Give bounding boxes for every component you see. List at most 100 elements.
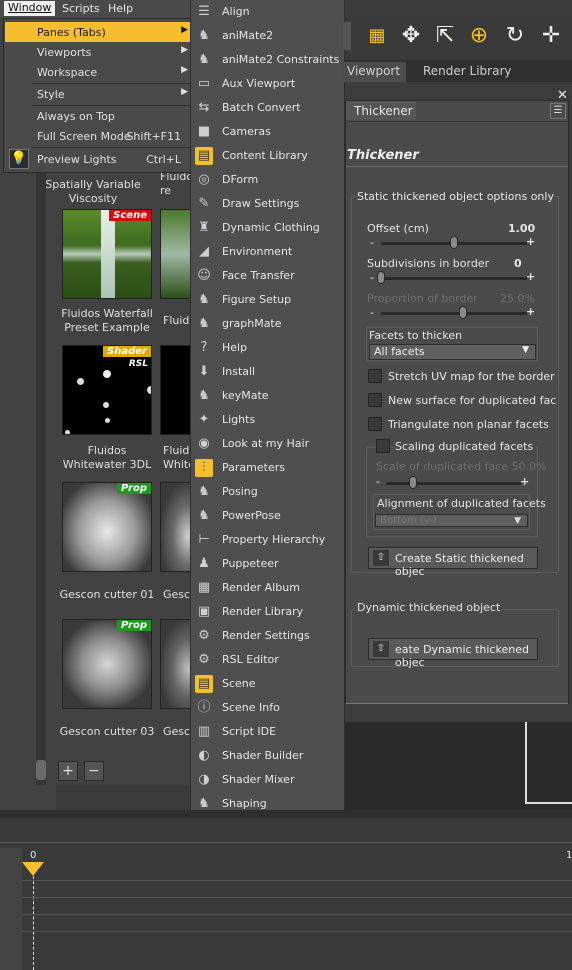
dynamic-group-label: Dynamic thickened object xyxy=(355,601,503,614)
face-icon: ☺ xyxy=(197,268,211,283)
panes-item-dform[interactable]: ◎ DForm xyxy=(191,168,344,192)
panes-item-figure[interactable]: ♞ Figure Setup xyxy=(191,288,344,312)
panes-item-clothing[interactable]: ♜ Dynamic Clothing xyxy=(191,216,344,240)
new-surface-checkbox[interactable] xyxy=(368,393,382,407)
create-dynamic-button[interactable]: ⇧ eate Dynamic thickened objec xyxy=(368,638,538,669)
grid-tool-icon[interactable]: ▦ xyxy=(363,22,391,50)
panes-item-render-settings[interactable]: ⚙ Render Settings xyxy=(191,624,344,648)
figure-icon: ♞ xyxy=(198,292,210,307)
triangulate-label: Triangulate non planar facets xyxy=(388,418,549,431)
new-surface-label: New surface for duplicated fac xyxy=(388,394,557,407)
panes-item-environment[interactable]: ◢ Environment xyxy=(191,240,344,264)
panes-item-info[interactable]: ⓘ Scene Info xyxy=(191,696,344,720)
panes-item-aux[interactable]: ▭ Aux Viewport xyxy=(191,72,344,96)
library-item-caption: Spatially Variable Viscosity xyxy=(45,178,141,205)
panes-item-posing[interactable]: ♞ Posing xyxy=(191,480,344,504)
proportion-slider-track[interactable] xyxy=(381,312,527,315)
panes-item-light[interactable]: ✦ Lights xyxy=(191,408,344,432)
scaling-checkbox[interactable] xyxy=(376,439,390,453)
library-item-thumbnail[interactable] xyxy=(160,482,192,572)
rotate-icon[interactable]: ↻ xyxy=(501,22,529,50)
proportion-slider-knob[interactable] xyxy=(458,306,467,319)
toolbar: ▦ ✥ ⇱ ⊕ ↻ ✛ xyxy=(343,18,572,60)
scene-icon: ▤ xyxy=(195,675,213,693)
panes-item-album[interactable]: ▦ Render Album xyxy=(191,576,344,600)
panes-item-install[interactable]: ⬇ Install xyxy=(191,360,344,384)
stretch-uv-checkbox[interactable] xyxy=(368,369,382,383)
pane-options-icon[interactable]: ☰ xyxy=(550,103,566,119)
subdivisions-label: Subdivisions in border xyxy=(367,257,490,270)
panes-item-help[interactable]: ? Help xyxy=(191,336,344,360)
library-item-thumbnail[interactable]: Prop xyxy=(62,619,152,709)
menu-item-full-screen[interactable]: Full Screen Mode Shift+F11 xyxy=(5,126,191,146)
menu-item-panes[interactable]: Panes (Tabs) ▶ xyxy=(5,22,191,42)
library-item-thumbnail[interactable]: Scene xyxy=(62,209,152,299)
panes-item-hierarchy[interactable]: ⊢ Property Hierarchy xyxy=(191,528,344,552)
panes-item-graph[interactable]: ♞ graphMate xyxy=(191,312,344,336)
menu-item-viewports[interactable]: Viewports ▶ xyxy=(5,42,191,62)
panes-item-render-library[interactable]: ▣ Render Library xyxy=(191,600,344,624)
library-item-thumbnail[interactable]: Prop xyxy=(62,482,152,572)
panes-item-powerpose[interactable]: ♞ PowerPose xyxy=(191,504,344,528)
library-item-thumbnail[interactable]: Shader RSL xyxy=(62,345,152,435)
add-button[interactable]: + xyxy=(58,761,78,781)
library-item-thumbnail[interactable] xyxy=(160,345,192,435)
panes-item-scene[interactable]: ▤ Scene xyxy=(191,672,344,696)
shader-badge: Shader xyxy=(103,346,151,357)
menu-item-preview-lights[interactable]: 💡 Preview Lights Ctrl+L xyxy=(5,149,191,169)
facets-label: Facets to thicken xyxy=(369,329,463,342)
menu-window[interactable]: Window xyxy=(4,1,56,16)
facets-dropdown[interactable]: All facets ▼ xyxy=(369,344,536,360)
menu-help[interactable]: Help xyxy=(108,2,133,15)
panes-item-camera[interactable]: ■ Cameras xyxy=(191,120,344,144)
proportion-label: Proportion of border xyxy=(367,292,478,305)
alignment-dropdown[interactable]: Bottom (v-) ▼ xyxy=(375,514,528,527)
render-library-icon: ▣ xyxy=(197,604,211,619)
triangulate-checkbox[interactable] xyxy=(368,417,382,431)
constraints-icon: ♞ xyxy=(198,52,210,67)
scale-slider-knob[interactable] xyxy=(409,476,417,489)
panes-item-shader-builder[interactable]: ◐ Shader Builder xyxy=(191,744,344,768)
panes-item-script[interactable]: ▥ Script IDE xyxy=(191,720,344,744)
library-item-thumbnail[interactable] xyxy=(160,209,192,299)
panes-item-shader-mixer[interactable]: ◑ Shader Mixer xyxy=(191,768,344,792)
panes-item-parameters[interactable]: ⫶ Parameters xyxy=(191,456,344,480)
panes-item-puppeteer[interactable]: ♟ Puppeteer xyxy=(191,552,344,576)
pointer-tool-icon[interactable]: ⇱ xyxy=(431,22,459,50)
scale-slider-track[interactable] xyxy=(386,482,521,485)
tab-render-library[interactable]: Render Library xyxy=(417,62,518,82)
create-static-button[interactable]: ⇧ Create Static thickened objec xyxy=(368,547,538,578)
menu-scripts[interactable]: Scripts xyxy=(62,2,100,15)
remove-button[interactable]: − xyxy=(84,761,104,781)
playhead-icon[interactable] xyxy=(22,862,44,876)
panes-item-rsl[interactable]: ⚙ RSL Editor xyxy=(191,648,344,672)
panes-item-book[interactable]: ▤ Content Library xyxy=(191,144,344,168)
node-select-icon[interactable]: ⊕ xyxy=(465,22,493,50)
panes-item-align[interactable]: ☰ Align xyxy=(191,0,344,24)
scrollbar-thumb[interactable] xyxy=(36,760,46,780)
subdivisions-slider-knob[interactable] xyxy=(377,271,385,284)
panes-item-key[interactable]: ♞ keyMate xyxy=(191,384,344,408)
offset-slider-knob[interactable] xyxy=(450,236,458,249)
prop-badge: Prop xyxy=(117,483,151,494)
tab-viewport[interactable]: Viewport xyxy=(341,62,407,82)
static-group-label: Static thickened object options only xyxy=(355,190,556,203)
panes-item-hair[interactable]: ◉ Look at my Hair xyxy=(191,432,344,456)
proportion-value: 25.0% xyxy=(500,292,535,305)
panes-item-batch[interactable]: ⇆ Batch Convert xyxy=(191,96,344,120)
menu-item-workspace[interactable]: Workspace ▶ xyxy=(5,62,191,82)
menu-item-style[interactable]: Style ▶ xyxy=(5,84,191,104)
panes-item-face[interactable]: ☺ Face Transfer xyxy=(191,264,344,288)
panes-item-draw[interactable]: ✎ Draw Settings xyxy=(191,192,344,216)
posing-icon: ♞ xyxy=(198,484,210,499)
panes-item-animate[interactable]: ♞ aniMate2 xyxy=(191,24,344,48)
clothing-icon: ♜ xyxy=(198,220,210,235)
menu-item-always-on-top[interactable]: Always on Top xyxy=(5,106,191,126)
subdivisions-slider-track[interactable] xyxy=(381,277,527,280)
universal-tool-icon[interactable]: ✥ xyxy=(397,22,425,50)
left-scrollbar[interactable] xyxy=(36,173,46,785)
library-item-thumbnail[interactable] xyxy=(160,619,192,709)
translate-icon[interactable]: ✛ xyxy=(537,22,565,50)
tab-thickener[interactable]: Thickener xyxy=(346,101,416,121)
panes-item-constraints[interactable]: ♞ aniMate2 Constraints xyxy=(191,48,344,72)
